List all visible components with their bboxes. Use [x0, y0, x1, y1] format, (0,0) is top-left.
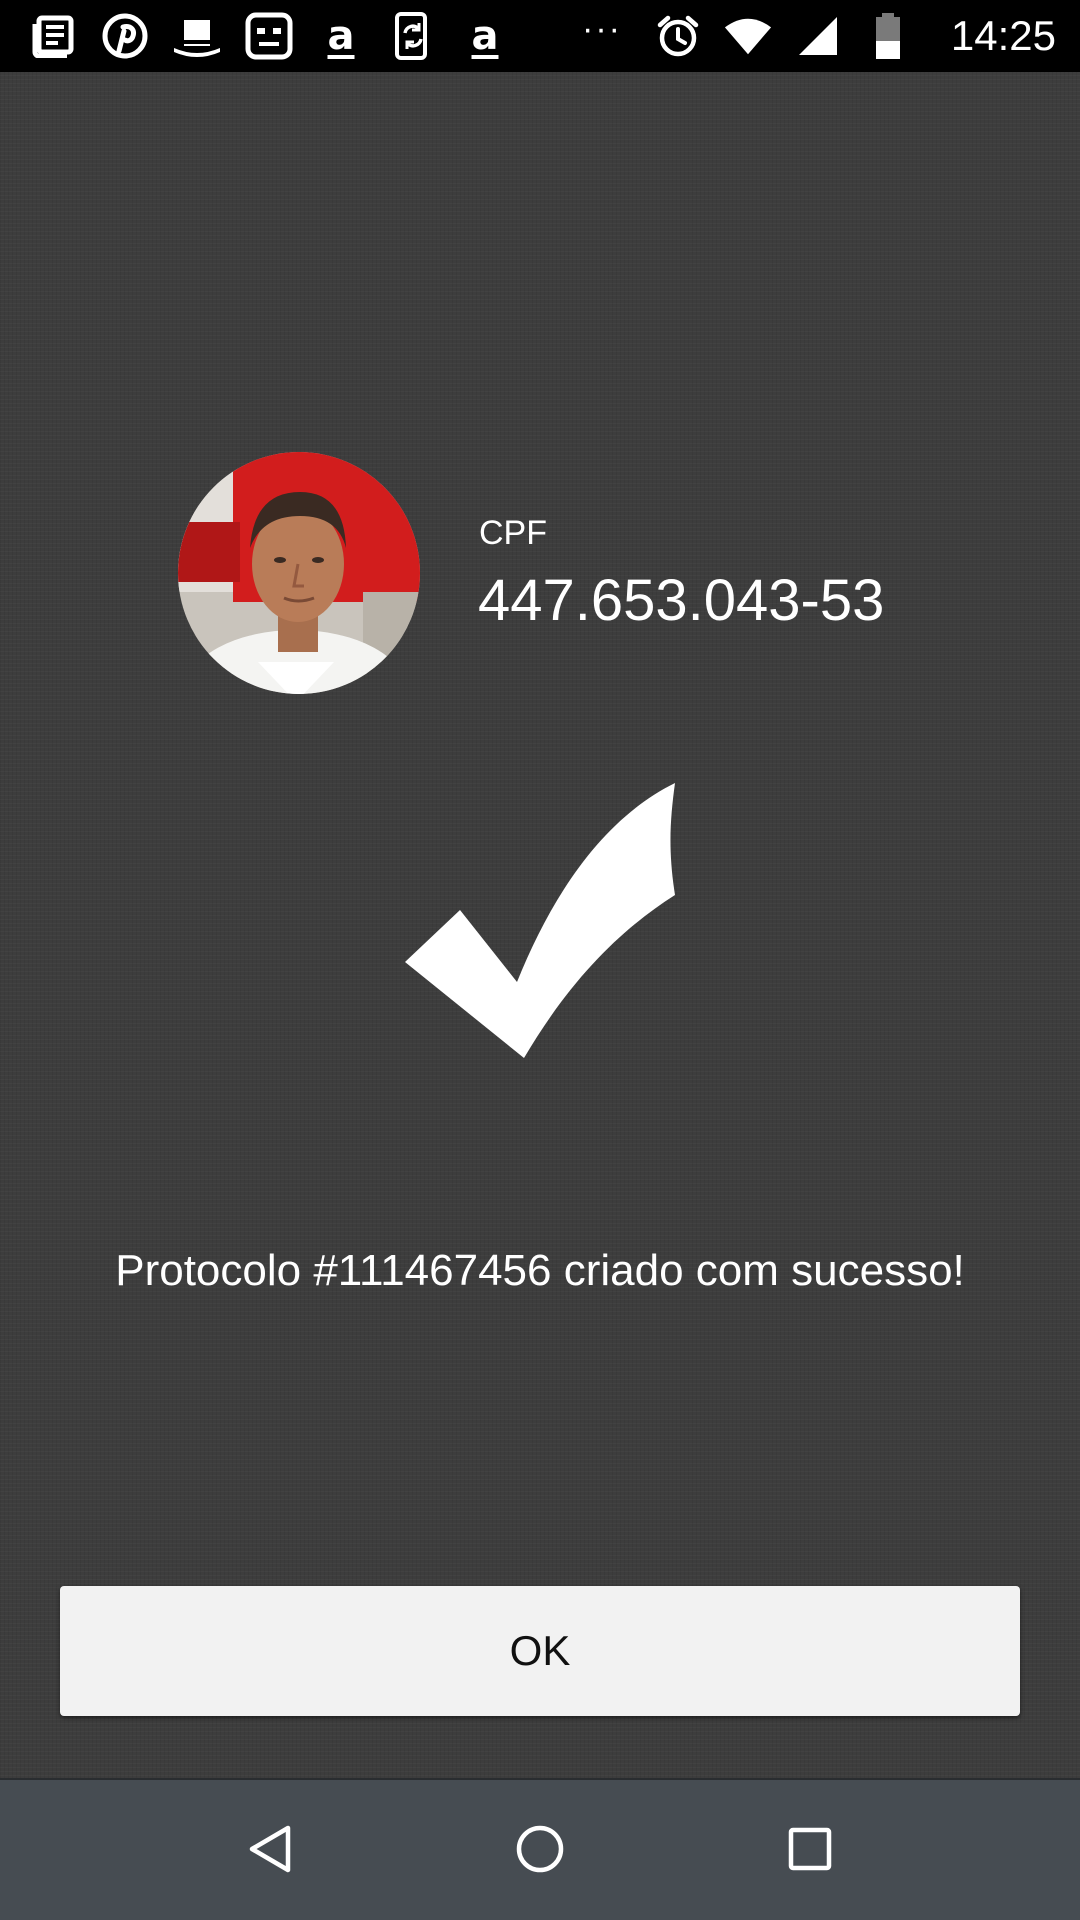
- pinterest-icon: [100, 11, 150, 61]
- wifi-icon: [723, 11, 773, 61]
- ok-button-label: OK: [509, 1627, 571, 1674]
- notification-icons: a a ···: [28, 12, 622, 60]
- news-icon: [28, 11, 78, 61]
- battery-icon: [863, 11, 913, 61]
- more-notifications-indicator: ···: [582, 10, 622, 48]
- amazon-icon: a: [471, 13, 499, 59]
- system-icons: 14:25: [653, 10, 1056, 62]
- robot-face-icon: [244, 11, 294, 61]
- back-button[interactable]: [235, 1816, 305, 1886]
- success-check-icon: [400, 780, 680, 1060]
- home-icon: [515, 1824, 565, 1879]
- back-icon: [246, 1824, 294, 1879]
- clock: 14:25: [950, 12, 1056, 59]
- home-button[interactable]: [505, 1816, 575, 1886]
- cell-signal-icon: [793, 11, 843, 61]
- navigation-bar: [0, 1778, 1080, 1920]
- amazon-icon: a: [327, 13, 355, 59]
- recents-icon: [787, 1826, 833, 1877]
- phone-sync-icon: [388, 11, 438, 61]
- top-hat-icon: [172, 11, 222, 61]
- ok-button[interactable]: OK: [60, 1586, 1020, 1716]
- success-message: Protocolo #111467456 criado com sucesso!: [115, 1246, 965, 1295]
- status-bar: a a ··· 14:25: [0, 0, 1080, 72]
- screen: a a ··· 14:25 CPF 447.653.043-53 Protoco…: [0, 0, 1080, 1920]
- alarm-icon: [653, 11, 703, 61]
- cpf-value: 447.653.043-53: [478, 568, 885, 633]
- cpf-label: CPF: [479, 514, 547, 552]
- recents-button[interactable]: [775, 1816, 845, 1886]
- avatar: [178, 452, 420, 694]
